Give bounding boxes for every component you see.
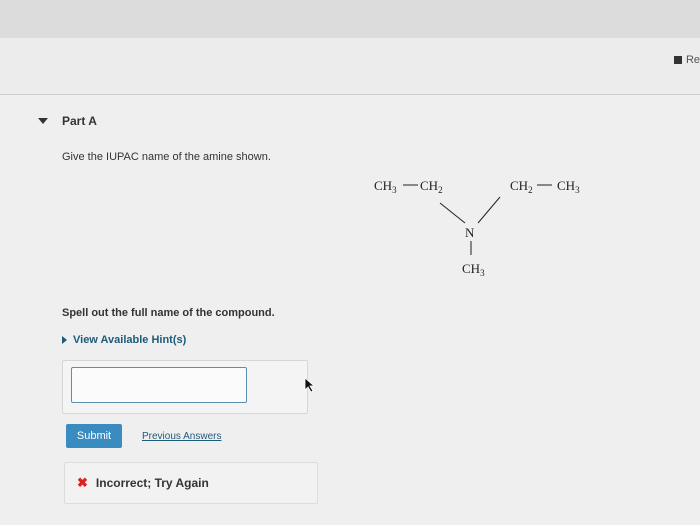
- right-ch2: CH2: [510, 178, 533, 195]
- right-ch3: CH3: [557, 178, 580, 195]
- feedback-box: ✖ Incorrect; Try Again: [64, 462, 318, 504]
- left-ch2: CH2: [420, 178, 443, 195]
- left-ch3: CH3: [374, 178, 397, 195]
- part-title: Part A: [62, 114, 97, 128]
- hint-label: View Available Hint(s): [73, 334, 187, 346]
- review-icon: [673, 56, 682, 64]
- view-hints-link[interactable]: View Available Hint(s): [62, 334, 186, 346]
- x-icon: ✖: [77, 475, 88, 490]
- answer-container: [62, 360, 308, 414]
- bond-right-n: [477, 196, 501, 224]
- mouse-cursor-icon: [304, 377, 316, 393]
- collapse-chevron-icon[interactable]: [38, 118, 48, 124]
- review-label: Re: [685, 54, 700, 66]
- bottom-ch3: CH3: [462, 261, 485, 278]
- header-strip: [0, 38, 700, 95]
- caret-right-icon: [62, 336, 67, 344]
- amine-structure: CH3 CH2 CH2 CH3 N CH3: [374, 178, 580, 278]
- instruction-text: Spell out the full name of the compound.: [62, 307, 275, 319]
- question-text: Give the IUPAC name of the amine shown.: [62, 151, 271, 163]
- previous-answers-link[interactable]: Previous Answers: [142, 431, 221, 442]
- answer-input[interactable]: [71, 367, 247, 403]
- submit-button[interactable]: Submit: [66, 424, 122, 448]
- review-link[interactable]: Re: [673, 54, 700, 66]
- nitrogen-atom: N: [465, 225, 475, 240]
- bond-left-n: [439, 202, 466, 224]
- feedback-text: Incorrect; Try Again: [95, 476, 209, 490]
- top-bar: [0, 0, 700, 38]
